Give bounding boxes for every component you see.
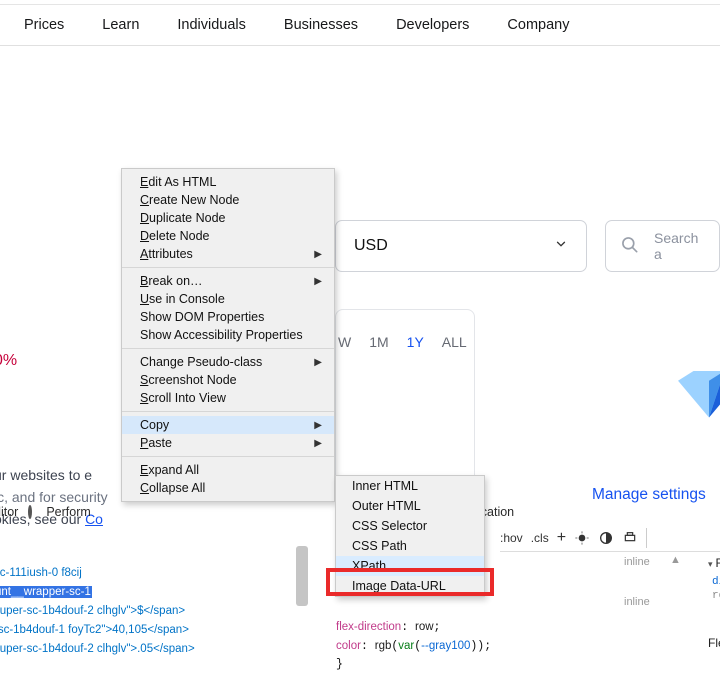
print-icon[interactable] bbox=[622, 530, 638, 546]
ctx-edit-as-html[interactable]: Edit As HTML bbox=[122, 173, 334, 191]
manage-settings-link[interactable]: Manage settings bbox=[592, 486, 706, 504]
ctx-group-1: Edit As HTML Create New Node Duplicate N… bbox=[122, 169, 334, 267]
tab-editor[interactable]: ditor bbox=[0, 505, 18, 519]
ctx-create-new-node[interactable]: Create New Node bbox=[122, 191, 334, 209]
submenu-arrow-icon: ▶ bbox=[314, 438, 322, 449]
performance-icon bbox=[28, 505, 32, 519]
ctx-show-a11y-props[interactable]: Show Accessibility Properties bbox=[122, 326, 334, 344]
sub-css-selector[interactable]: CSS Selector bbox=[336, 516, 484, 536]
currency-select[interactable]: USD bbox=[335, 220, 587, 272]
right-card: Manage settings bbox=[520, 306, 720, 516]
nav-developers[interactable]: Developers bbox=[396, 17, 469, 33]
sub-inner-html[interactable]: Inner HTML bbox=[336, 476, 484, 496]
time-range-tabs: W 1M 1Y ALL bbox=[336, 310, 474, 350]
add-rule-button[interactable]: + bbox=[557, 529, 566, 547]
submenu-arrow-icon: ▶ bbox=[314, 357, 322, 368]
ctx-collapse-all[interactable]: Collapse All bbox=[122, 479, 334, 497]
ctx-attributes[interactable]: Attributes▶ bbox=[122, 245, 334, 263]
light-dark-icon[interactable] bbox=[574, 530, 590, 546]
ctx-copy[interactable]: Copy▶ bbox=[122, 416, 334, 434]
nav-learn[interactable]: Learn bbox=[102, 17, 139, 33]
nav-prices[interactable]: Prices bbox=[24, 17, 64, 33]
ctx-break-on[interactable]: Break on…▶ bbox=[122, 272, 334, 290]
nav-businesses[interactable]: Businesses bbox=[284, 17, 358, 33]
cookie-line1: ur websites to e bbox=[0, 467, 92, 483]
gem-icon bbox=[678, 371, 720, 418]
range-w[interactable]: W bbox=[338, 334, 351, 350]
range-1y[interactable]: 1Y bbox=[407, 334, 424, 350]
ctx-screenshot-node[interactable]: Screenshot Node bbox=[122, 371, 334, 389]
ctx-delete-node[interactable]: Delete Node bbox=[122, 227, 334, 245]
submenu-arrow-icon: ▶ bbox=[314, 420, 322, 431]
submenu-arrow-icon: ▶ bbox=[314, 276, 322, 287]
ctx-paste[interactable]: Paste▶ bbox=[122, 434, 334, 452]
nav-individuals[interactable]: Individuals bbox=[177, 17, 246, 33]
context-menu: Edit As HTML Create New Node Duplicate N… bbox=[121, 168, 335, 502]
page-body: USD Search a W 1M 1Y ALL 0% ur websites … bbox=[0, 46, 720, 466]
contrast-icon[interactable] bbox=[598, 530, 614, 546]
ctx-show-dom-props[interactable]: Show DOM Properties bbox=[122, 308, 334, 326]
hov-toggle[interactable]: :hov bbox=[500, 531, 523, 545]
tab-performance[interactable]: Perform bbox=[46, 505, 90, 519]
sub-css-path[interactable]: CSS Path bbox=[336, 536, 484, 556]
search-icon bbox=[620, 235, 640, 258]
submenu-arrow-icon: ▶ bbox=[314, 249, 322, 260]
style-rules[interactable]: flex-direction: row; color: rgb(var(--gr… bbox=[336, 618, 491, 674]
range-1m[interactable]: 1M bbox=[369, 334, 388, 350]
search-input[interactable]: Search a bbox=[605, 220, 720, 272]
nav-company[interactable]: Company bbox=[507, 17, 569, 33]
ctx-use-in-console[interactable]: Use in Console bbox=[122, 290, 334, 308]
percent-change: 0% bbox=[0, 352, 17, 370]
range-all[interactable]: ALL bbox=[442, 334, 467, 350]
main-nav: Prices Learn Individuals Businesses Deve… bbox=[0, 5, 720, 46]
search-placeholder: Search a bbox=[654, 230, 705, 262]
ctx-scroll-into-view[interactable]: Scroll Into View bbox=[122, 389, 334, 407]
ctx-duplicate-node[interactable]: Duplicate Node bbox=[122, 209, 334, 227]
tab-application[interactable]: cation bbox=[481, 505, 514, 519]
selected-node[interactable]: unt__wrapper-sc-1 bbox=[0, 586, 92, 598]
chevron-down-icon bbox=[554, 237, 568, 256]
ctx-expand-all[interactable]: Expand All bbox=[122, 461, 334, 479]
currency-value: USD bbox=[354, 237, 388, 255]
sub-outer-html[interactable]: Outer HTML bbox=[336, 496, 484, 516]
highlight-box bbox=[326, 568, 494, 596]
cls-toggle[interactable]: .cls bbox=[531, 531, 549, 545]
ctx-change-pseudo-class[interactable]: Change Pseudo-class▶ bbox=[122, 353, 334, 371]
